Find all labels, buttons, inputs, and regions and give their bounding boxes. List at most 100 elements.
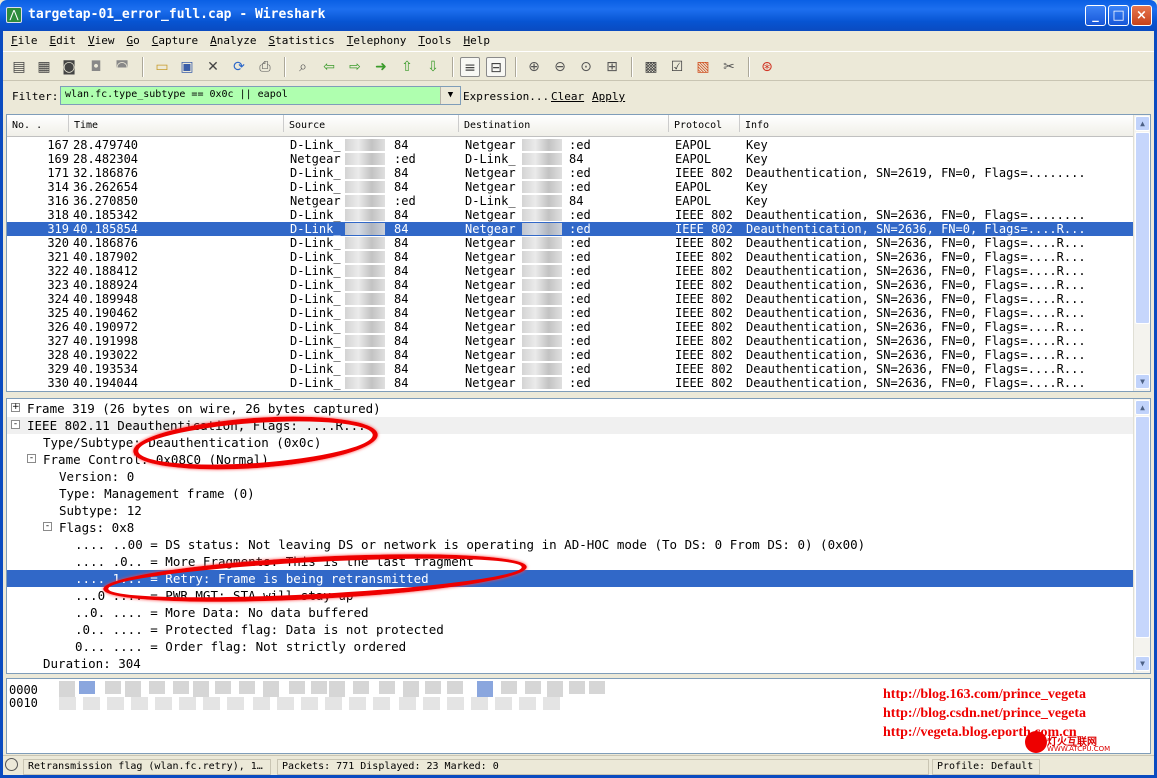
details-scroll-down-icon[interactable]: ▼ — [1135, 656, 1150, 671]
restart-capture-icon[interactable]: ◚ — [112, 57, 132, 77]
go-first-packet-icon[interactable]: ⇧ — [397, 57, 417, 77]
detail-row[interactable]: Duration: 304 — [7, 655, 1134, 672]
packet-row[interactable]: 325 40.190462 D-Link_ 84 Netgear:ed IEEE 802 D… — [7, 306, 1134, 320]
preferences-icon[interactable]: ✂ — [719, 57, 739, 77]
expression-button[interactable]: Expression... — [463, 90, 549, 103]
detail-row[interactable]: Type/Subtype: Deauthentication (0x0c) — [7, 434, 1134, 451]
collapse-icon[interactable]: - — [27, 454, 36, 463]
menu-analyze[interactable]: Analyze — [202, 31, 260, 47]
minimize-button[interactable]: _ — [1085, 5, 1106, 26]
go-last-packet-icon[interactable]: ⇩ — [423, 57, 443, 77]
packet-list-pane[interactable]: No. . Time Source Destination Protocol I… — [6, 114, 1151, 392]
collapse-icon[interactable]: - — [43, 522, 52, 531]
maximize-button[interactable]: □ — [1108, 5, 1129, 26]
packet-row[interactable]: 318 40.185342 D-Link_ 84 Netgear:ed IEEE 802 D… — [7, 208, 1134, 222]
packet-bytes-pane[interactable]: 0000 0010 http://blog.163.com/prince_veg… — [6, 678, 1151, 754]
go-forward-icon[interactable]: ⇨ — [345, 57, 365, 77]
detail-row[interactable]: Subtype: 12 — [7, 502, 1134, 519]
menu-capture[interactable]: Capture — [144, 31, 202, 47]
help-icon[interactable]: ⊛ — [757, 57, 777, 77]
detail-row[interactable]: .... ..00 = DS status: Not leaving DS or… — [7, 536, 1134, 553]
zoom-normal-icon[interactable]: ⊙ — [576, 57, 596, 77]
column-destination[interactable]: Destination — [459, 115, 669, 132]
print-icon[interactable]: ⎙ — [255, 57, 275, 77]
packet-row[interactable]: 319 40.185854 D-Link_ 84 Netgear:ed IEEE 802 D… — [7, 222, 1134, 236]
column-time[interactable]: Time — [69, 115, 284, 132]
coloring-rules-icon[interactable]: ▧ — [693, 57, 713, 77]
filter-dropdown-icon[interactable]: ▼ — [440, 87, 460, 104]
auto-scroll-toggle-icon[interactable]: ⊟ — [486, 57, 506, 77]
packet-row[interactable]: 326 40.190972 D-Link_ 84 Netgear:ed IEEE 802 D… — [7, 320, 1134, 334]
menu-view[interactable]: View — [80, 31, 119, 47]
close-file-icon[interactable]: ✕ — [203, 57, 223, 77]
menu-go[interactable]: Go — [119, 31, 144, 47]
packet-row[interactable]: 320 40.186876 D-Link_ 84 Netgear:ed IEEE 802 D… — [7, 236, 1134, 250]
colorize-toggle-icon[interactable]: ≡ — [460, 57, 480, 77]
packet-row[interactable]: 314 36.262654 D-Link_ 84 Netgear:ed EAPOL Key — [7, 180, 1134, 194]
stop-capture-icon[interactable]: ◘ — [86, 57, 106, 77]
interfaces-icon[interactable]: ▤ — [9, 57, 29, 77]
detail-row[interactable]: Type: Management frame (0) — [7, 485, 1134, 502]
capture-options-icon[interactable]: ▦ — [34, 57, 54, 77]
details-scroll-thumb[interactable] — [1135, 416, 1150, 638]
capture-filters-icon[interactable]: ▩ — [641, 57, 661, 77]
packet-row[interactable]: 167 28.479740 D-Link_ 84 Netgear:ed EAPOL Key — [7, 138, 1134, 152]
close-button[interactable]: × — [1131, 5, 1152, 26]
details-scroll-up-icon[interactable]: ▲ — [1135, 400, 1150, 415]
menu-file[interactable]: File — [3, 31, 42, 47]
detail-row[interactable]: 0... .... = Order flag: Not strictly ord… — [7, 638, 1134, 655]
window-titlebar[interactable]: ⋀ targetap-01_error_full.cap - Wireshark… — [0, 0, 1157, 31]
detail-row[interactable]: - IEEE 802.11 Deauthentication, Flags: ..… — [7, 417, 1134, 434]
scroll-thumb[interactable] — [1135, 132, 1150, 324]
detail-row[interactable]: .... .0.. = More Fragments: This is the … — [7, 553, 1134, 570]
collapse-icon[interactable]: - — [11, 420, 20, 429]
save-file-icon[interactable]: ▣ — [177, 57, 197, 77]
scroll-down-arrow-icon[interactable]: ▼ — [1135, 374, 1150, 389]
column-info[interactable]: Info — [740, 115, 1134, 132]
packet-row[interactable]: 329 40.193534 D-Link_ 84 Netgear:ed IEEE 802 D… — [7, 362, 1134, 376]
expert-info-icon[interactable] — [5, 758, 21, 774]
packet-row[interactable]: 169 28.482304 Netgear:ed D-Link_ 84 EAPOL Key — [7, 152, 1134, 166]
apply-filter-button[interactable]: Apply — [592, 90, 625, 103]
column-protocol[interactable]: Protocol — [669, 115, 740, 132]
packet-row[interactable]: 171 32.186876 D-Link_ 84 Netgear:ed IEEE 802 D… — [7, 166, 1134, 180]
menu-statistics[interactable]: Statistics — [261, 31, 339, 47]
zoom-out-icon[interactable]: ⊖ — [550, 57, 570, 77]
detail-row[interactable]: - Frame Control: 0x08C0 (Normal) — [7, 451, 1134, 468]
start-capture-icon[interactable]: ◙ — [59, 57, 79, 77]
open-file-icon[interactable]: ▭ — [152, 57, 172, 77]
packet-row[interactable]: 327 40.191998 D-Link_ 84 Netgear:ed IEEE 802 D… — [7, 334, 1134, 348]
menu-help[interactable]: Help — [455, 31, 494, 47]
clear-filter-button[interactable]: Clear — [551, 90, 584, 103]
details-scrollbar[interactable]: ▲ ▼ — [1133, 399, 1150, 673]
packet-row[interactable]: 316 36.270850 Netgear:ed D-Link_ 84 EAPOL Key — [7, 194, 1134, 208]
packet-row[interactable]: 328 40.193022 D-Link_ 84 Netgear:ed IEEE 802 D… — [7, 348, 1134, 362]
detail-row[interactable]: - Flags: 0x8 — [7, 519, 1134, 536]
packet-row[interactable]: 321 40.187902 D-Link_ 84 Netgear:ed IEEE 802 D… — [7, 250, 1134, 264]
menu-edit[interactable]: Edit — [42, 31, 81, 47]
detail-row[interactable]: ..0. .... = More Data: No data buffered — [7, 604, 1134, 621]
display-filter-input[interactable]: wlan.fc.type_subtype == 0x0c || eapol — [60, 86, 461, 105]
zoom-in-icon[interactable]: ⊕ — [524, 57, 544, 77]
status-profile[interactable]: Profile: Default — [932, 759, 1040, 775]
column-no[interactable]: No. . — [7, 115, 69, 132]
expand-icon[interactable]: + — [11, 403, 20, 412]
scroll-up-arrow-icon[interactable]: ▲ — [1135, 116, 1150, 131]
packet-list-scrollbar[interactable]: ▲ ▼ — [1133, 115, 1150, 391]
detail-row[interactable]: ...0 .... = PWR MGT: STA will stay up — [7, 587, 1134, 604]
menu-tools[interactable]: Tools — [410, 31, 455, 47]
resize-columns-icon[interactable]: ⊞ — [602, 57, 622, 77]
column-source[interactable]: Source — [284, 115, 459, 132]
display-filters-icon[interactable]: ☑ — [667, 57, 687, 77]
detail-row[interactable]: + Frame 319 (26 bytes on wire, 26 bytes c… — [7, 400, 1134, 417]
wireshark-app-icon[interactable]: ⋀ — [6, 7, 22, 23]
go-back-icon[interactable]: ⇦ — [319, 57, 339, 77]
detail-row[interactable]: .... 1... = Retry: Frame is being retran… — [7, 570, 1134, 587]
packet-row[interactable]: 324 40.189948 D-Link_ 84 Netgear:ed IEEE 802 D… — [7, 292, 1134, 306]
menu-telephony[interactable]: Telephony — [339, 31, 411, 47]
go-to-packet-icon[interactable]: ➜ — [371, 57, 391, 77]
packet-row[interactable]: 322 40.188412 D-Link_ 84 Netgear:ed IEEE 802 D… — [7, 264, 1134, 278]
detail-row[interactable]: Version: 0 — [7, 468, 1134, 485]
packet-row[interactable]: 323 40.188924 D-Link_ 84 Netgear:ed IEEE 802 D… — [7, 278, 1134, 292]
packet-row[interactable]: 330 40.194044 D-Link_ 84 Netgear:ed IEEE 802 D… — [7, 376, 1134, 390]
